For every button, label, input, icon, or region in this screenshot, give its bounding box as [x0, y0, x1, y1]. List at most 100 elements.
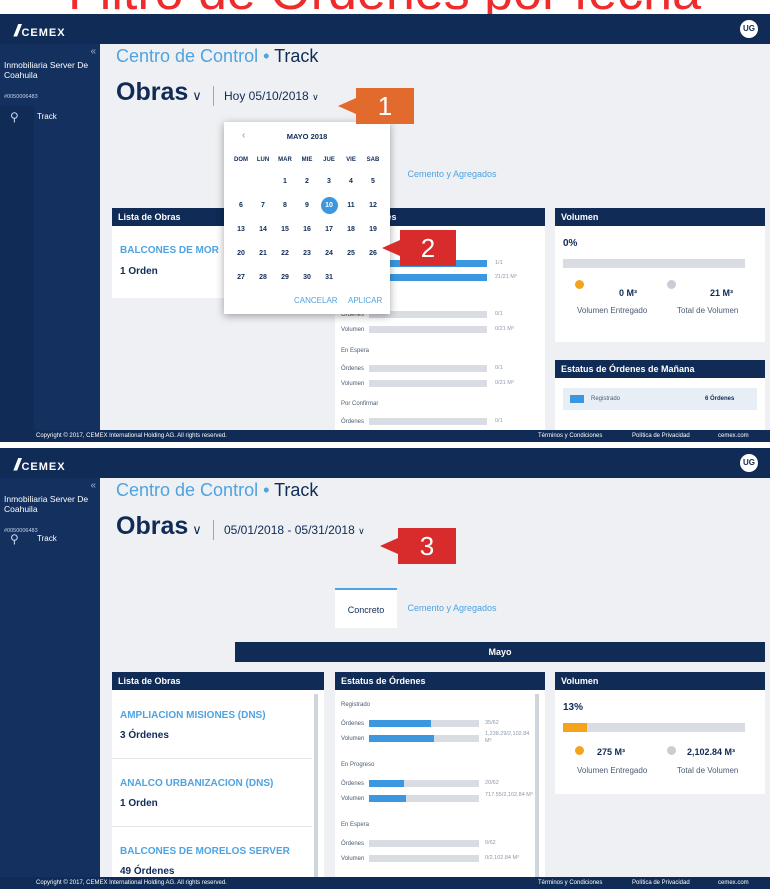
- privacy-link[interactable]: Política de Privacidad: [632, 430, 690, 442]
- calendar-day[interactable]: 15: [274, 222, 296, 238]
- obra-count: 49 Órdenes: [120, 866, 175, 877]
- user-avatar[interactable]: UG: [740, 454, 758, 472]
- page-title[interactable]: Obras ∨: [116, 512, 202, 541]
- callout-3: 3: [380, 528, 456, 564]
- card-header: Estatus de Órdenes de Mañana: [555, 360, 765, 378]
- bar-value: 0/1: [495, 311, 503, 317]
- obra-name[interactable]: AMPLIACION MISIONES (DNS): [120, 710, 266, 721]
- terms-link[interactable]: Términos y Condiciones: [538, 877, 602, 889]
- calendar-day[interactable]: 2: [296, 174, 318, 190]
- bar-value: 717.55/2,102.84 M³: [485, 792, 533, 798]
- entregado-dot: [575, 280, 584, 289]
- calendar-day[interactable]: 18: [340, 222, 362, 238]
- obra-name[interactable]: ANALCO URBANIZACION (DNS): [120, 778, 273, 789]
- calendar-day[interactable]: 22: [274, 246, 296, 262]
- calendar-day[interactable]: 5: [362, 174, 384, 190]
- tab-cemento-agregados[interactable]: Cemento y Agregados: [397, 154, 507, 194]
- calendar-day[interactable]: 29: [274, 270, 296, 286]
- calendar-day[interactable]: 21: [252, 246, 274, 262]
- date-picker-popover: ‹ MAYO 2018 DOM LUN MAR MIE JUE VIE SAB …: [224, 122, 390, 314]
- calendar-day[interactable]: 23: [296, 246, 318, 262]
- terms-link[interactable]: Términos y Condiciones: [538, 430, 602, 442]
- calendar-day[interactable]: 8: [274, 198, 296, 214]
- weekday-label: MAR: [278, 157, 292, 163]
- date-selector[interactable]: 05/01/2018 - 05/31/2018 ∨: [224, 523, 365, 537]
- calendar-day[interactable]: 7: [252, 198, 274, 214]
- apply-button[interactable]: APLICAR: [348, 296, 382, 305]
- obra-count: 1 Orden: [120, 798, 158, 809]
- breadcrumb: Centro de Control • Track: [116, 46, 319, 66]
- tab-cemento-agregados[interactable]: Cemento y Agregados: [397, 588, 507, 628]
- calendar-day[interactable]: 24: [318, 246, 340, 262]
- volumen-bar: [369, 855, 479, 862]
- top-bar: //CEMEX UG: [0, 448, 770, 478]
- calendar-day[interactable]: 12: [362, 198, 384, 214]
- card-header: Estatus de Órdenes: [335, 672, 545, 690]
- calendar-day[interactable]: 19: [362, 222, 384, 238]
- calendar-day[interactable]: 27: [230, 270, 252, 286]
- calendar-day[interactable]: 13: [230, 222, 252, 238]
- registrado-swatch: [570, 395, 584, 403]
- calendar-day[interactable]: 11: [340, 198, 362, 214]
- volumen-label: Volumen: [341, 796, 365, 802]
- calendar-day[interactable]: 4: [340, 174, 362, 190]
- volumen-bar: [369, 326, 487, 333]
- total-caption: Total de Volumen: [677, 766, 739, 775]
- total-dot: [667, 280, 676, 289]
- bar-value: 0/21 M³: [495, 380, 514, 386]
- volumen-percent: 13%: [563, 702, 584, 713]
- panel-1: //CEMEX UG « Inmobiliaria Server De Coah…: [0, 14, 770, 442]
- calendar-day[interactable]: 9: [296, 198, 318, 214]
- footer: Copyright © 2017, CEMEX International Ho…: [0, 877, 770, 889]
- chevron-down-icon: ∨: [358, 526, 365, 536]
- group-label: En Espera: [341, 822, 370, 828]
- calendar-day[interactable]: 20: [230, 246, 252, 262]
- user-avatar[interactable]: UG: [740, 20, 758, 38]
- collapse-icon[interactable]: «: [90, 46, 96, 57]
- obra-name[interactable]: BALCONES DE MOR: [120, 245, 219, 256]
- ordenes-bar: [369, 720, 479, 727]
- volumen-bar: [369, 735, 479, 742]
- card-header: Volumen: [555, 672, 765, 690]
- calendar-day[interactable]: 30: [296, 270, 318, 286]
- manana-count: 6 Órdenes: [705, 396, 735, 402]
- bar-value: 35/62: [485, 720, 499, 726]
- chevron-down-icon: ∨: [192, 522, 202, 537]
- bar-value: 0/2,102.84 M³: [485, 855, 519, 861]
- cancel-button[interactable]: CANCELAR: [294, 296, 338, 305]
- estatus-card: Estatus de Órdenes Registrado Órdenes 35…: [335, 672, 545, 877]
- calendar-day[interactable]: 3: [318, 174, 340, 190]
- scrollbar[interactable]: [314, 694, 318, 877]
- calendar-day[interactable]: 1: [274, 174, 296, 190]
- ordenes-label: Órdenes: [341, 721, 365, 727]
- entregado-dot: [575, 746, 584, 755]
- privacy-link[interactable]: Política de Privacidad: [632, 877, 690, 889]
- company-name: Inmobiliaria Server De Coahuila: [4, 494, 89, 514]
- calendar-day[interactable]: 26: [362, 246, 384, 262]
- calendar-day[interactable]: 10: [318, 197, 340, 214]
- page-title[interactable]: Obras ∨: [116, 78, 202, 107]
- sidebar-item-track[interactable]: ⚲ Track: [0, 530, 100, 550]
- obra-name[interactable]: BALCONES DE MORELOS SERVER: [120, 846, 290, 857]
- calendar-day[interactable]: 6: [230, 198, 252, 214]
- calendar-day[interactable]: 25: [340, 246, 362, 262]
- cemex-link[interactable]: cemex.com: [718, 877, 749, 889]
- calendar-day[interactable]: 31: [318, 270, 340, 286]
- calendar-day[interactable]: 28: [252, 270, 274, 286]
- cemex-logo[interactable]: //CEMEX: [14, 21, 66, 41]
- date-selector[interactable]: Hoy 05/10/2018 ∨: [224, 89, 319, 103]
- calendar-day[interactable]: 16: [296, 222, 318, 238]
- tab-concreto[interactable]: Concreto: [335, 588, 397, 628]
- copyright: Copyright © 2017, CEMEX International Ho…: [36, 433, 227, 439]
- calendar-day[interactable]: 17: [318, 222, 340, 238]
- volumen-bar: [387, 274, 487, 281]
- bar-value: 0/21 M³: [495, 326, 514, 332]
- sidebar-item-label: Track: [37, 534, 57, 543]
- scrollbar[interactable]: [535, 694, 539, 877]
- breadcrumb: Centro de Control • Track: [116, 480, 319, 500]
- collapse-icon[interactable]: «: [90, 480, 96, 491]
- cemex-logo[interactable]: //CEMEX: [14, 455, 66, 475]
- cemex-link[interactable]: cemex.com: [718, 430, 749, 442]
- calendar-day[interactable]: 14: [252, 222, 274, 238]
- sidebar-item-track[interactable]: ⚲ Track: [0, 108, 100, 128]
